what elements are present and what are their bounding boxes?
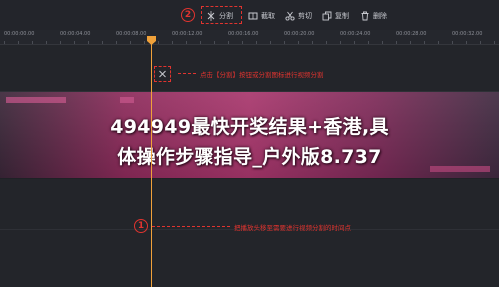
ruler-tick: 00:00:16.00 — [228, 31, 259, 37]
empty-track[interactable] — [0, 230, 499, 287]
split-icon — [207, 11, 215, 21]
overlay-banner: 494949最快开奖结果+香港,具 体操作步骤指导_户外版8.737 — [0, 92, 499, 178]
trim-icon — [248, 12, 258, 20]
split-hint-text: 点击【分割】按钮或分割图标进行视频分割 — [200, 71, 324, 79]
callout-dash-bottom — [152, 226, 230, 227]
trim-button[interactable]: 截取 — [248, 9, 275, 23]
playhead-line[interactable] — [151, 40, 152, 287]
callout-dash — [178, 73, 196, 74]
split-button[interactable]: 分割 — [206, 9, 233, 23]
ruler-tick: 00:00:28.00 — [396, 31, 427, 37]
ruler-tick: 00:00:08.00 — [116, 31, 147, 37]
ruler-tick: 00:00:20.00 — [284, 31, 315, 37]
trash-icon — [361, 11, 369, 21]
delete-label: 删除 — [373, 12, 387, 20]
ruler-tick: 00:00:00.00 — [4, 31, 35, 37]
cut-button[interactable]: 剪切 — [285, 9, 312, 23]
step-2-badge: 2 — [181, 8, 195, 22]
ruler-tick: 00:00:12.00 — [172, 31, 203, 37]
timeline-ruler[interactable]: 00:00:00.00 00:00:04.00 00:00:08.00 00:0… — [0, 30, 499, 45]
ruler-tick: 00:00:04.00 — [60, 31, 91, 37]
trim-label: 截取 — [261, 12, 275, 20]
timeline-toolbar: 2 分割 截取 剪切 复制 删除 — [0, 0, 499, 30]
step-1-badge: 1 — [134, 219, 148, 233]
ruler-tick: 00:00:24.00 — [340, 31, 371, 37]
copy-icon — [322, 11, 332, 21]
overlay-title-line-2: 体操作步骤指导_户外版8.737 — [117, 146, 382, 168]
ruler-tick: 00:00:32.00 — [452, 31, 483, 37]
split-label: 分割 — [219, 12, 233, 20]
delete-button[interactable]: 删除 — [360, 9, 387, 23]
cut-label: 剪切 — [298, 12, 312, 20]
copy-label: 复制 — [335, 12, 349, 20]
split-marker-icon[interactable] — [157, 69, 168, 79]
playhead-hint-text: 把播放头移至需要进行视频分割的时间点 — [234, 224, 351, 232]
copy-button[interactable]: 复制 — [322, 9, 349, 23]
overlay-title-line-1: 494949最快开奖结果+香港,具 — [110, 116, 389, 138]
scissors-icon — [285, 11, 295, 21]
